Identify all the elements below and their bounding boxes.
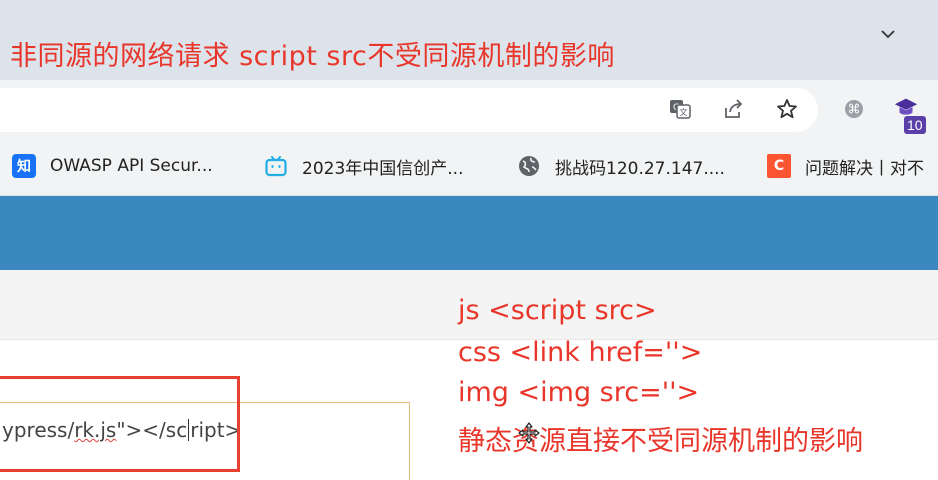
globe-icon xyxy=(517,154,541,178)
star-icon[interactable] xyxy=(774,96,800,122)
address-bar[interactable] xyxy=(0,88,818,132)
translate-icon[interactable]: G 文 xyxy=(667,96,693,122)
move-cursor-icon xyxy=(518,422,540,444)
svg-text:文: 文 xyxy=(680,107,688,117)
share-icon[interactable] xyxy=(721,96,747,122)
bookmark-xinchuang[interactable]: 2023年中国信创产... xyxy=(264,153,463,179)
highlight-box xyxy=(0,376,240,472)
bookmarks-bar: 知 OWASP API Secur... 2023年中国信创产... 挑战码12… xyxy=(0,138,938,196)
screen: 非同源的网络请求 script src不受同源机制的影响 G 文 xyxy=(0,0,938,480)
bookmark-label: 挑战码120.27.147.... xyxy=(555,158,725,179)
bookmark-label: 问题解决丨对不 xyxy=(805,158,924,179)
svg-text:⌘: ⌘ xyxy=(848,103,861,118)
chevron-down-icon[interactable] xyxy=(876,22,900,46)
bilibili-icon xyxy=(264,154,288,178)
bookmark-csdn[interactable]: C 问题解决丨对不 xyxy=(767,153,924,179)
annotation-js: js <script src> xyxy=(458,295,657,326)
site-header-bar xyxy=(0,196,938,270)
zhihu-icon: 知 xyxy=(12,154,36,178)
annotation-img: img <img src=''> xyxy=(458,377,700,408)
bookmark-label: 2023年中国信创产... xyxy=(302,158,464,179)
bookmark-label: OWASP API Secur... xyxy=(50,156,213,176)
bookmark-owasp[interactable]: 知 OWASP API Secur... xyxy=(12,153,213,179)
csdn-icon: C xyxy=(767,154,791,178)
browser-toolbar: G 文 ⌘ xyxy=(0,80,938,138)
extension-badge: 10 xyxy=(904,116,926,134)
extension-icon[interactable]: ⌘ xyxy=(841,96,867,122)
annotation-css: css <link href=''> xyxy=(458,337,703,368)
bookmark-challenge[interactable]: 挑战码120.27.147.... xyxy=(517,153,725,179)
browser-tab-strip: 非同源的网络请求 script src不受同源机制的影响 xyxy=(0,0,938,80)
annotation-title: 非同源的网络请求 script src不受同源机制的影响 xyxy=(10,41,615,72)
